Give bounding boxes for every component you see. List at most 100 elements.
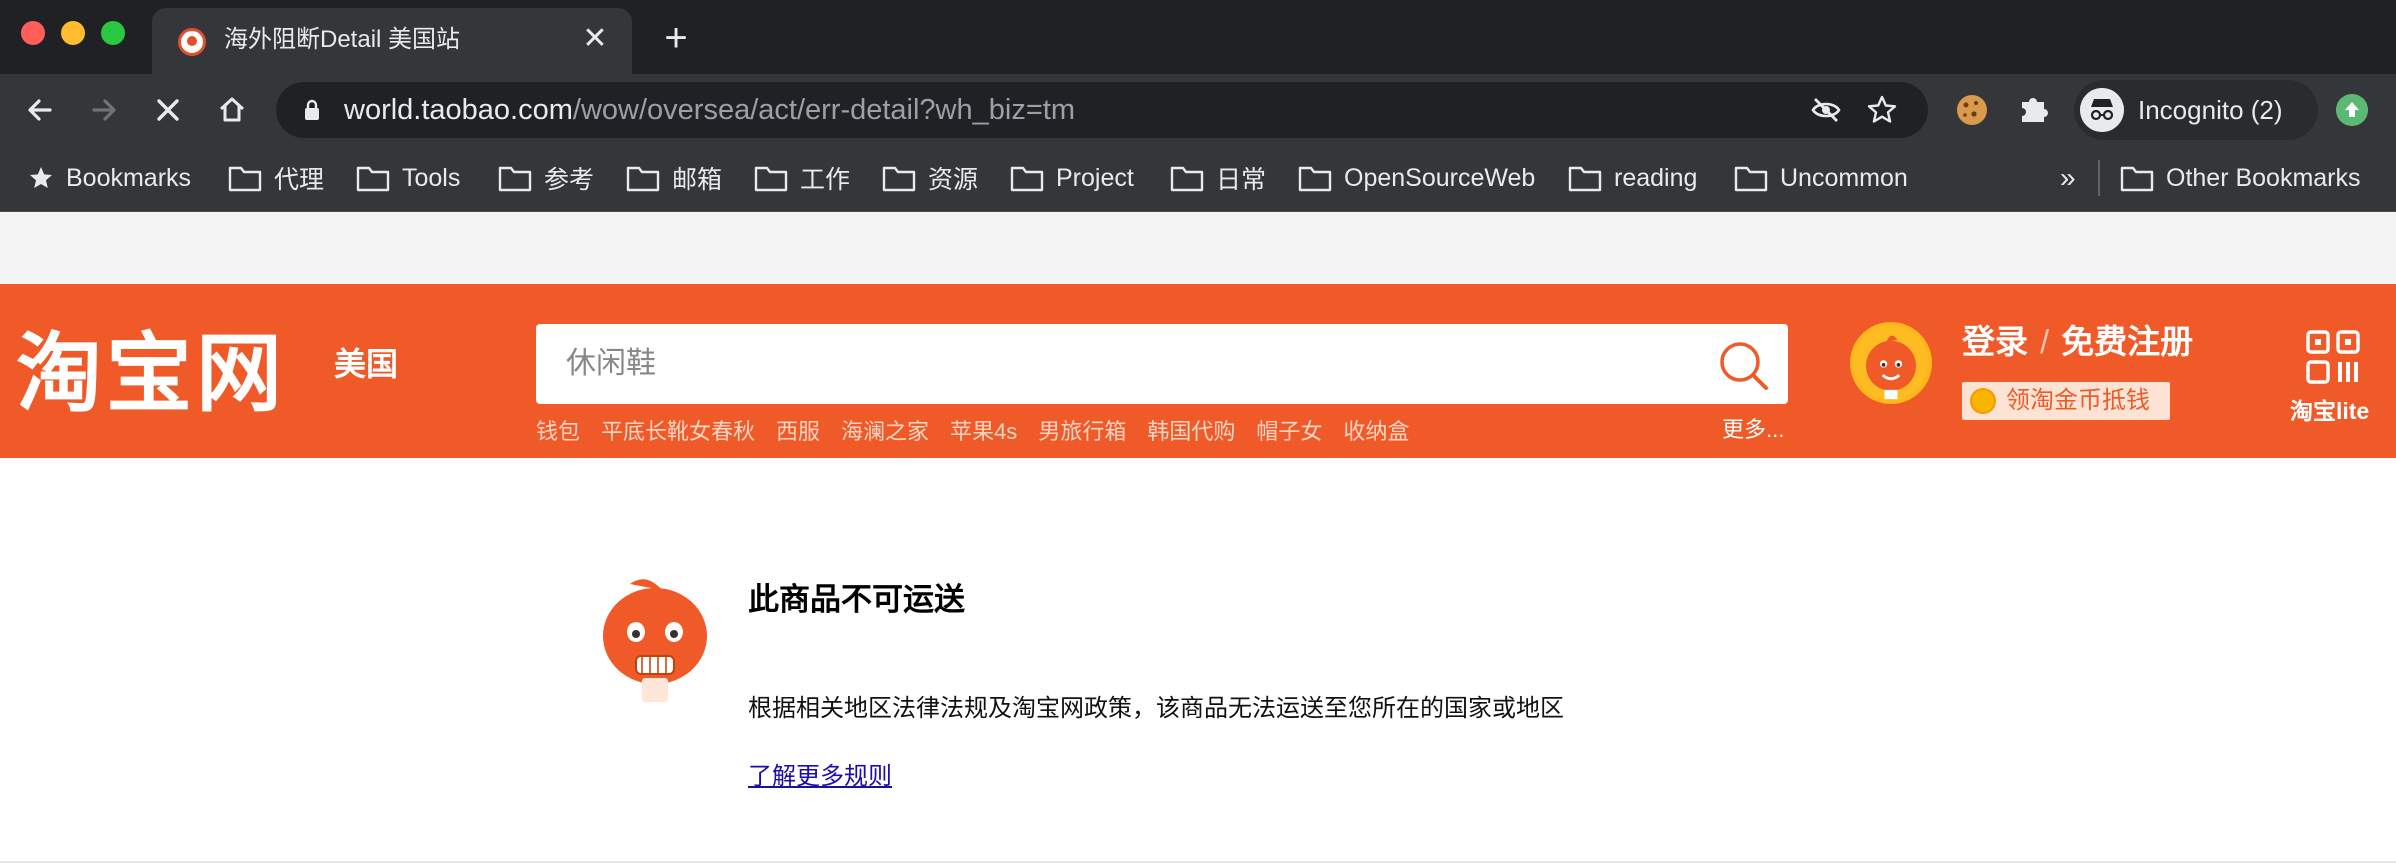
url-host: world.taobao.com — [344, 94, 573, 126]
star-icon — [30, 167, 52, 188]
maximize-window-button[interactable] — [101, 21, 125, 45]
bookmark-star-icon[interactable] — [1866, 94, 1898, 126]
folder-icon — [754, 166, 788, 192]
taobao-lite-label[interactable]: 淘宝lite — [2290, 392, 2369, 426]
address-bar[interactable]: world.taobao.com/wow/oversea/act/err-det… — [276, 82, 1928, 138]
folder-icon — [498, 166, 532, 192]
eye-off-icon[interactable] — [1810, 94, 1842, 126]
search-icon[interactable] — [1716, 338, 1770, 392]
taobao-favicon-icon — [178, 28, 206, 56]
folder-icon — [1734, 166, 1768, 192]
hot-keyword-link[interactable]: 帽子女 — [1256, 414, 1322, 446]
login-link[interactable]: 登录 — [1962, 323, 2028, 360]
bookmark-folder-opensourceweb[interactable]: OpenSourceWeb — [1298, 158, 1535, 198]
search-box — [536, 324, 1788, 404]
user-avatar-mascot-icon[interactable] — [1850, 322, 1932, 404]
bookmark-label: Uncommon — [1780, 163, 1908, 192]
lock-icon[interactable] — [304, 99, 320, 121]
bookmark-label: OpenSourceWeb — [1344, 163, 1536, 192]
folder-icon — [626, 166, 660, 192]
bookmark-item-bookmarks[interactable]: Bookmarks — [28, 158, 191, 198]
browser-toolbar: world.taobao.com/wow/oversea/act/err-det… — [0, 74, 2396, 146]
back-arrow-icon[interactable] — [20, 90, 60, 130]
extensions-puzzle-icon[interactable] — [2012, 88, 2056, 132]
login-register: 登录 / 免费注册 — [1962, 322, 2193, 362]
error-title: 此商品不可运送 — [748, 582, 965, 618]
claim-coins-button[interactable]: 领淘金币抵钱 — [1962, 382, 2170, 420]
bookmark-folder-work[interactable]: 工作 — [754, 158, 850, 198]
bottom-divider — [0, 861, 2396, 863]
bookmark-label: Project — [1056, 163, 1134, 192]
bookmark-label: 邮箱 — [672, 166, 723, 194]
bookmark-folder-daily[interactable]: 日常 — [1170, 158, 1266, 198]
other-bookmarks-folder[interactable]: Other Bookmarks — [2120, 158, 2361, 198]
site-header: 淘宝网 美国 钱包 平底长靴女春秋 西服 海澜之家 苹果4s 男旅行箱 韩国代购… — [0, 284, 2396, 458]
register-link[interactable]: 免费注册 — [2061, 323, 2193, 360]
hot-keyword-link[interactable]: 钱包 — [536, 414, 580, 446]
hot-keyword-link[interactable]: 韩国代购 — [1147, 414, 1235, 446]
minimize-window-button[interactable] — [61, 21, 85, 45]
stop-loading-icon[interactable] — [148, 90, 188, 130]
url-text[interactable]: world.taobao.com/wow/oversea/act/err-det… — [344, 92, 1075, 128]
incognito-icon — [2080, 88, 2124, 132]
bookmark-folder-uncommon[interactable]: Uncommon — [1734, 158, 1908, 198]
bookmark-label: 代理 — [274, 166, 325, 194]
more-keywords-link[interactable]: 更多... — [1722, 412, 1784, 444]
update-arrow-icon[interactable] — [2336, 94, 2368, 126]
cookie-extension-icon[interactable] — [1950, 88, 1994, 132]
active-tab[interactable]: 海外阻断Detail 美国站 ✕ — [152, 8, 632, 74]
top-gray-strip — [0, 212, 2396, 284]
bookmark-label: 资源 — [928, 166, 979, 194]
bookmark-folder-reading[interactable]: reading — [1568, 158, 1697, 198]
taobao-logo[interactable]: 淘宝网 — [16, 328, 286, 420]
qr-code-icon[interactable] — [2306, 330, 2360, 384]
hot-keyword-link[interactable]: 海澜之家 — [841, 414, 929, 446]
bookmark-label: Tools — [402, 163, 461, 192]
hot-keyword-link[interactable]: 男旅行箱 — [1038, 414, 1126, 446]
forward-arrow-icon[interactable] — [84, 90, 124, 130]
tab-strip: 海外阻断Detail 美国站 ✕ + — [0, 0, 2396, 74]
folder-icon — [882, 166, 916, 192]
close-window-button[interactable] — [21, 21, 45, 45]
bookmark-label: 参考 — [544, 166, 595, 194]
bookmark-folder-reference[interactable]: 参考 — [498, 158, 594, 198]
search-input[interactable] — [566, 324, 1696, 404]
home-icon[interactable] — [212, 90, 252, 130]
new-tab-button[interactable]: + — [656, 18, 696, 58]
bookmark-label: 日常 — [1216, 166, 1267, 194]
folder-icon — [1170, 166, 1204, 192]
bookmark-folder-project[interactable]: Project — [1010, 158, 1134, 198]
incognito-profile-button[interactable]: Incognito (2) — [2074, 80, 2318, 140]
close-tab-button[interactable]: ✕ — [578, 22, 612, 56]
hot-keyword-link[interactable]: 平底长靴女春秋 — [601, 414, 755, 446]
folder-icon — [1568, 166, 1602, 192]
region-label: 美国 — [334, 346, 399, 382]
folder-icon — [2120, 166, 2154, 192]
login-separator: / — [2040, 323, 2050, 360]
folder-icon — [228, 166, 262, 192]
bookmark-label: 工作 — [800, 166, 851, 194]
bookmark-folder-mail[interactable]: 邮箱 — [626, 158, 722, 198]
error-description: 根据相关地区法律法规及淘宝网政策，该商品无法运送至您所在的国家或地区 — [748, 695, 1564, 722]
bookmarks-bar: Bookmarks 代理 Tools 参考 邮箱 工作 资源 Project 日… — [0, 146, 2396, 212]
bookmark-label: Bookmarks — [66, 163, 192, 192]
hot-keyword-link[interactable]: 西服 — [776, 414, 820, 446]
url-path: /wow/oversea/act/err-detail?wh_biz=tm — [572, 94, 1075, 126]
hot-keyword-link[interactable]: 收纳盒 — [1343, 414, 1409, 446]
profile-label: Incognito (2) — [2138, 95, 2283, 125]
folder-icon — [1010, 166, 1044, 192]
folder-icon — [1298, 166, 1332, 192]
hot-keyword-link[interactable]: 苹果4s — [950, 414, 1017, 446]
bookmark-folder-proxy[interactable]: 代理 — [228, 158, 324, 198]
folder-icon — [356, 166, 390, 192]
bookmark-label: Other Bookmarks — [2166, 163, 2361, 192]
learn-more-rules-link[interactable]: 了解更多规则 — [748, 760, 892, 794]
coin-icon — [1970, 388, 1996, 414]
hot-keywords: 钱包 平底长靴女春秋 西服 海澜之家 苹果4s 男旅行箱 韩国代购 帽子女 收纳… — [536, 414, 1430, 446]
sad-mascot-icon — [603, 579, 707, 702]
tab-title: 海外阻断Detail 美国站 — [224, 26, 461, 53]
bookmark-folder-resources[interactable]: 资源 — [882, 158, 978, 198]
bookmarks-divider — [2098, 160, 2100, 196]
bookmarks-overflow-button[interactable]: » — [2060, 158, 2076, 198]
bookmark-folder-tools[interactable]: Tools — [356, 158, 460, 198]
